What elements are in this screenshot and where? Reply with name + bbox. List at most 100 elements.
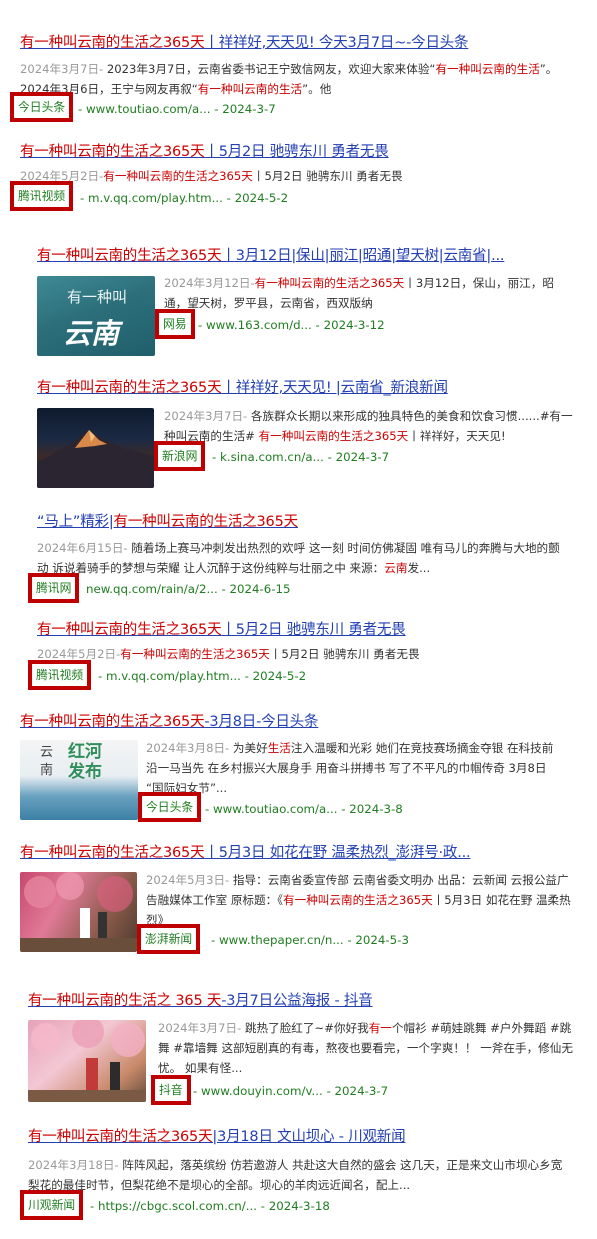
result-date: 2024年5月3日- (146, 873, 230, 887)
title-highlight: 有一种叫云南的生活之 365 天 (28, 993, 222, 1009)
result-pubdate: 2024-5-3 (355, 933, 409, 947)
title-highlight: 有一种叫云南的生活之365天 (37, 248, 222, 264)
result-title-link[interactable]: 有一种叫云南的生活之365天丨3月12日|保山|丽江|昭通|望天树|云南省|..… (37, 246, 587, 266)
source-label-highlight[interactable]: 澎湃新闻 (137, 924, 201, 954)
result-pubdate: 2024-3-7 (222, 102, 276, 116)
search-result: 有一种叫云南的生活之365天丨祥祥好,天天见! 今天3月7日~-今日头条 202… (0, 0, 597, 125)
result-url[interactable]: www.douyin.com/v... (201, 1084, 323, 1098)
source-label-highlight[interactable]: 抖音 (151, 1075, 191, 1105)
snippet-highlight: 有一种叫云南的生活之365天 (254, 276, 405, 290)
result-snippet: 2024年5月3日- 指导：云南省委宣传部 云南省委文明办 出品：云新闻 云报公… (146, 870, 578, 930)
source-label-highlight[interactable]: 川观新闻 (20, 1190, 84, 1220)
snippet-highlight: 有一种叫云南的生活之365天 (258, 429, 409, 443)
result-thumbnail[interactable] (20, 872, 137, 952)
result-source-line[interactable]: - k.sina.com.cn/a... - 2024-3-7 (212, 448, 389, 466)
title-text: 丨5月3日 如花在野 温柔热烈_澎湃号·政... (204, 845, 471, 861)
result-url[interactable]: https://cbgc.scol.com.cn/... (98, 1199, 257, 1213)
thumbnail-caption: 云南 (40, 745, 54, 778)
snippet-text: 丨5月2日 驰骋东川 勇者无畏 (252, 169, 403, 183)
result-title-link[interactable]: 有一种叫云南的生活之 365 天-3月7日公益海报 - 抖音 (28, 991, 588, 1011)
result-url[interactable]: www.toutiao.com/a... (213, 802, 337, 816)
result-title-link[interactable]: 有一种叫云南的生活之365天丨祥祥好,天天见! 今天3月7日~-今日头条 (20, 33, 580, 53)
title-highlight: 有一种叫云南的生活之365天 (113, 514, 299, 530)
source-label-highlight[interactable]: 腾讯视频 (28, 660, 92, 690)
title-text: 丨祥祥好,天天见! |云南省_新浪新闻 (221, 380, 448, 396)
result-thumbnail[interactable]: 有一种叫 云南 (37, 276, 155, 356)
title-text: |3月18日 文山坝心 - 川观新闻 (212, 1129, 406, 1145)
thumbnail-caption: 红河发布 (68, 742, 102, 782)
snippet-text: ”。他 (302, 82, 332, 96)
result-url[interactable]: new.qq.com/rain/a/2... (86, 582, 218, 596)
title-highlight: 有一种叫云南的生活之365天 (20, 845, 205, 861)
result-pubdate: 2024-3-7 (335, 450, 390, 464)
result-snippet: 2024年3月12日-有一种叫云南的生活之365天丨3月12日，保山，丽江，昭通… (164, 273, 569, 313)
result-url[interactable]: www.163.com/d... (206, 318, 312, 332)
result-source-line[interactable]: - m.v.qq.com/play.htm... - 2024-5-2 (80, 189, 288, 207)
source-label-highlight[interactable]: 腾讯网 (28, 573, 80, 603)
result-source-line[interactable]: - www.thepaper.cn/n... - 2024-5-3 (211, 931, 409, 949)
result-snippet: 2024年3月7日- 2023年3月7日，云南省委书记王宁致信网友，欢迎大家来体… (20, 59, 560, 99)
source-label-highlight[interactable]: 今日头条 (10, 92, 74, 122)
result-date: 2024年3月7日- (164, 409, 248, 423)
result-date: 2024年3月18日- (28, 1158, 119, 1172)
result-snippet: 2024年6月15日- 随着场上赛马冲刺发出热烈的欢呼 这一刻 时间仿佛凝固 唯… (37, 538, 567, 578)
result-thumbnail[interactable]: 云南 红河发布 (20, 740, 138, 820)
result-thumbnail[interactable] (28, 1020, 146, 1102)
result-url[interactable]: www.thepaper.cn/n... (219, 933, 344, 947)
source-label-highlight[interactable]: 今日头条 (138, 792, 202, 822)
result-snippet: 2024年5月2日-有一种叫云南的生活之365天丨5月2日 驰骋东川 勇者无畏 (20, 166, 560, 186)
result-source-line[interactable]: - m.v.qq.com/play.htm... - 2024-5-2 (98, 667, 306, 685)
result-title-link[interactable]: 有一种叫云南的生活之365天-3月8日-今日头条 (20, 712, 580, 732)
flower-field-image (28, 1020, 146, 1102)
title-highlight: 有一种叫云南的生活之365天 (37, 380, 222, 396)
title-highlight: 有一种叫云南的生活之365天 (20, 714, 205, 730)
result-title-link[interactable]: 有一种叫云南的生活之365天丨5月2日 驰骋东川 勇者无畏 (37, 620, 587, 640)
result-title-link[interactable]: 有一种叫云南的生活之365天丨5月2日 驰骋东川 勇者无畏 (20, 142, 580, 162)
result-date: 2024年3月12日- (164, 276, 255, 290)
snippet-highlight: 有一 (368, 1021, 392, 1035)
thumbnail-caption: 云南 (63, 317, 120, 350)
title-highlight: 有一种叫云南的生活之365天 (20, 144, 205, 160)
snippet-text: 跳热了脸红了~#你好我 (241, 1021, 369, 1035)
result-thumbnail[interactable] (37, 408, 154, 488)
result-pubdate: 2024-3-7 (334, 1084, 389, 1098)
result-url[interactable]: www.toutiao.com/a... (86, 102, 210, 116)
result-url[interactable]: k.sina.com.cn/a... (220, 450, 324, 464)
title-highlight: 有一种叫云南的生活之365天 (28, 1129, 213, 1145)
result-snippet: 2024年5月2日-有一种叫云南的生活之365天丨5月2日 驰骋东川 勇者无畏 (37, 644, 567, 664)
result-source-line[interactable]: - www.toutiao.com/a... - 2024-3-7 (78, 100, 276, 118)
result-date: 2024年6月15日- (37, 541, 128, 555)
result-source-line[interactable]: - www.douyin.com/v... - 2024-3-7 (193, 1082, 388, 1100)
result-source-line[interactable]: - https://cbgc.scol.com.cn/... - 2024-3-… (90, 1197, 330, 1215)
title-text: 丨5月2日 驰骋东川 勇者无畏 (204, 144, 389, 160)
result-title-link[interactable]: 有一种叫云南的生活之365天丨祥祥好,天天见! |云南省_新浪新闻 (37, 378, 587, 398)
result-source-line[interactable]: new.qq.com/rain/a/2... - 2024-6-15 (86, 580, 291, 598)
result-date: 2024年3月7日- (158, 1021, 242, 1035)
result-url[interactable]: m.v.qq.com/play.htm... (88, 191, 223, 205)
result-source-line[interactable]: - www.toutiao.com/a... - 2024-3-8 (205, 800, 403, 818)
snippet-highlight: 有一种叫云南的生活之365天 (103, 169, 253, 183)
mountain-image (37, 430, 154, 488)
title-text: -3月8日-今日头条 (204, 714, 319, 730)
result-title-link[interactable]: 有一种叫云南的生活之365天|3月18日 文山坝心 - 川观新闻 (28, 1127, 588, 1147)
title-text: 丨祥祥好,天天见! 今天3月7日~-今日头条 (204, 35, 469, 51)
source-label-highlight[interactable]: 网易 (155, 309, 195, 339)
result-snippet: 2024年3月7日- 跳热了脸红了~#你好我有一个帽衫 #萌娃跳舞 #户外舞蹈 … (158, 1018, 578, 1078)
result-pubdate: 2024-3-18 (268, 1199, 330, 1213)
result-title-link[interactable]: 有一种叫云南的生活之365天丨5月3日 如花在野 温柔热烈_澎湃号·政... (20, 843, 580, 863)
result-title-link[interactable]: “马上”精彩|有一种叫云南的生活之365天 (37, 512, 587, 532)
snippet-highlight: 有一种叫云南的生活 (435, 62, 540, 76)
snippet-text: 丨5月2日 驰骋东川 勇者无畏 (269, 647, 420, 661)
snippet-highlight: 生活 (267, 741, 291, 755)
result-source-line[interactable]: - www.163.com/d... - 2024-3-12 (198, 316, 385, 334)
thumbnail-caption: 有一种叫 (67, 288, 128, 306)
title-text: 丨5月2日 驰骋东川 勇者无畏 (221, 622, 406, 638)
result-url[interactable]: m.v.qq.com/play.htm... (106, 669, 241, 683)
result-pubdate: 2024-5-2 (234, 191, 289, 205)
result-date: 2024年3月7日- (20, 62, 104, 76)
flower-field-image (20, 872, 137, 952)
source-label-highlight[interactable]: 新浪网 (154, 441, 206, 471)
source-label-highlight[interactable]: 腾讯视频 (10, 181, 74, 211)
result-snippet: 2024年3月8日- 为美好生活注入温暖和光彩 她们在竞技赛场摘金夺银 在科技前… (146, 738, 556, 798)
snippet-highlight: 有一种叫云南的生活之365天 (283, 893, 433, 907)
